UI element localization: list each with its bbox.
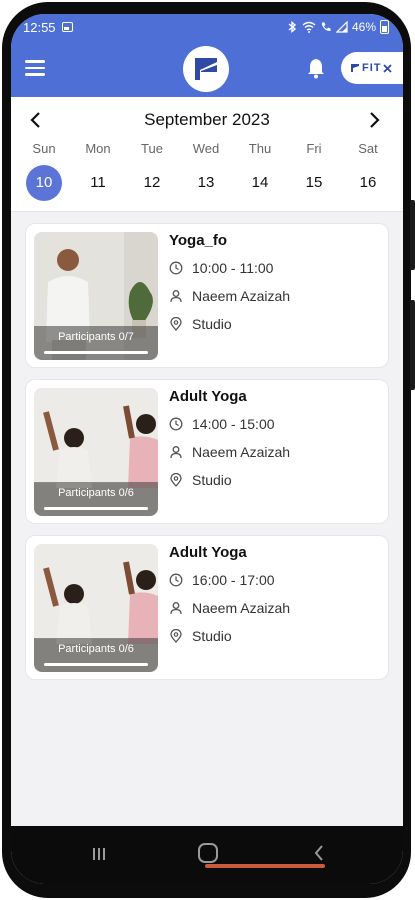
day-sat[interactable]: Sat 16 — [346, 141, 390, 201]
day-number: 14 — [251, 174, 269, 191]
app-screen: 12:55 46% FIT September 2023 Sun 10 Mon … — [11, 14, 403, 884]
participants-count: Participants 0/7 — [58, 331, 134, 343]
day-name: Wed — [192, 141, 220, 156]
day-thu[interactable]: Thu 14 — [238, 141, 282, 201]
class-info: Yoga_fo 10:00 - 11:00 Naeem Azaizah Stud… — [169, 232, 379, 338]
class-location-row: Studio — [169, 622, 379, 650]
phone-device: 12:55 46% FIT September 2023 Sun 10 Mon … — [0, 0, 415, 900]
chevron-right-icon[interactable] — [367, 111, 381, 134]
gesture-accent-bar — [205, 864, 325, 868]
call-icon — [321, 22, 331, 32]
status-time: 12:55 — [23, 19, 56, 35]
wifi-icon — [302, 21, 316, 33]
day-name: Tue — [141, 141, 163, 156]
class-instructor-row: Naeem Azaizah — [169, 282, 379, 310]
class-image: Participants 0/6 — [34, 544, 158, 672]
hamburger-icon[interactable] — [25, 60, 45, 76]
person-icon — [170, 290, 182, 303]
class-location-row: Studio — [169, 310, 379, 338]
class-location: Studio — [192, 316, 232, 332]
clock-icon — [169, 417, 183, 431]
bell-icon[interactable] — [306, 57, 326, 84]
participants-overlay: Participants 0/7 — [34, 326, 158, 360]
signal-icon — [335, 21, 348, 33]
class-card[interactable]: Participants 0/7 Yoga_fo 10:00 - 11:00 N… — [25, 223, 389, 368]
participants-count: Participants 0/6 — [58, 487, 134, 499]
location-pin-icon — [170, 317, 182, 331]
class-image: Participants 0/6 — [34, 388, 158, 516]
class-time-row: 10:00 - 11:00 — [169, 254, 379, 282]
recents-icon[interactable] — [91, 846, 107, 867]
participants-overlay: Participants 0/6 — [34, 638, 158, 672]
brand-mark-icon — [351, 64, 359, 72]
class-time: 16:00 - 17:00 — [192, 572, 275, 588]
class-location-row: Studio — [169, 466, 379, 494]
day-fri[interactable]: Fri 15 — [292, 141, 336, 201]
day-number: 16 — [359, 174, 377, 191]
day-mon[interactable]: Mon 11 — [76, 141, 120, 201]
clock-icon — [169, 573, 183, 587]
day-sun[interactable]: Sun 10 — [22, 141, 66, 201]
logo-mark-icon — [195, 58, 217, 80]
day-name: Mon — [85, 141, 111, 156]
brand-badge[interactable]: FIT — [341, 52, 403, 84]
class-time-row: 16:00 - 17:00 — [169, 566, 379, 594]
clock-icon — [169, 261, 183, 275]
power-button — [410, 300, 415, 390]
day-name: Thu — [248, 141, 272, 156]
day-name: Sun — [32, 141, 56, 156]
class-time: 10:00 - 11:00 — [192, 260, 274, 276]
participants-count: Participants 0/6 — [58, 643, 134, 655]
class-name: Yoga_fo — [169, 232, 228, 249]
day-name: Fri — [306, 141, 322, 156]
system-nav-bar — [11, 826, 403, 884]
month-title: September 2023 — [144, 110, 270, 129]
battery-percent: 46% — [351, 20, 376, 34]
day-number: 15 — [305, 174, 323, 191]
location-pin-icon — [170, 473, 182, 487]
day-strip: Sun 10 Mon 11 Tue 12 Wed 13 Thu 14 Fri 1… — [11, 141, 403, 201]
class-instructor: Naeem Azaizah — [192, 600, 291, 616]
participants-progress — [44, 351, 148, 354]
class-time: 14:00 - 15:00 — [192, 416, 275, 432]
day-tue[interactable]: Tue 12 — [130, 141, 174, 201]
location-pin-icon — [170, 629, 182, 643]
close-x-icon — [382, 63, 392, 73]
class-name: Adult Yoga — [169, 388, 247, 405]
class-image: Participants 0/7 — [34, 232, 158, 360]
class-location: Studio — [192, 628, 232, 644]
class-instructor-row: Naeem Azaizah — [169, 438, 379, 466]
home-icon[interactable] — [198, 843, 218, 863]
day-number: 11 — [90, 174, 106, 191]
battery-icon — [380, 20, 389, 34]
bluetooth-icon — [288, 21, 297, 33]
class-card[interactable]: Participants 0/6 Adult Yoga 14:00 - 15:0… — [25, 379, 389, 524]
class-info: Adult Yoga 16:00 - 17:00 Naeem Azaizah S… — [169, 544, 379, 650]
class-card[interactable]: Participants 0/6 Adult Yoga 16:00 - 17:0… — [25, 535, 389, 680]
participants-progress — [44, 507, 148, 510]
class-instructor: Naeem Azaizah — [192, 288, 291, 304]
class-info: Adult Yoga 14:00 - 15:00 Naeem Azaizah S… — [169, 388, 379, 494]
day-number: 12 — [143, 174, 161, 191]
gallery-notification-icon — [61, 22, 73, 32]
person-icon — [170, 446, 182, 459]
status-bar: 12:55 46% — [11, 14, 403, 40]
class-instructor-row: Naeem Azaizah — [169, 594, 379, 622]
participants-overlay: Participants 0/6 — [34, 482, 158, 516]
day-number: 10 — [26, 165, 62, 201]
day-wed[interactable]: Wed 13 — [184, 141, 228, 201]
participants-progress — [44, 663, 148, 666]
volume-button — [410, 200, 415, 270]
day-name: Sat — [358, 141, 378, 156]
class-instructor: Naeem Azaizah — [192, 444, 291, 460]
person-icon — [170, 602, 182, 615]
app-header: FIT — [11, 40, 403, 97]
day-number: 13 — [197, 174, 215, 191]
app-logo — [183, 46, 229, 92]
brand-text: FIT — [362, 62, 382, 74]
week-calendar: September 2023 Sun 10 Mon 11 Tue 12 Wed … — [11, 97, 403, 212]
class-time-row: 14:00 - 15:00 — [169, 410, 379, 438]
class-name: Adult Yoga — [169, 544, 247, 561]
class-location: Studio — [192, 472, 232, 488]
